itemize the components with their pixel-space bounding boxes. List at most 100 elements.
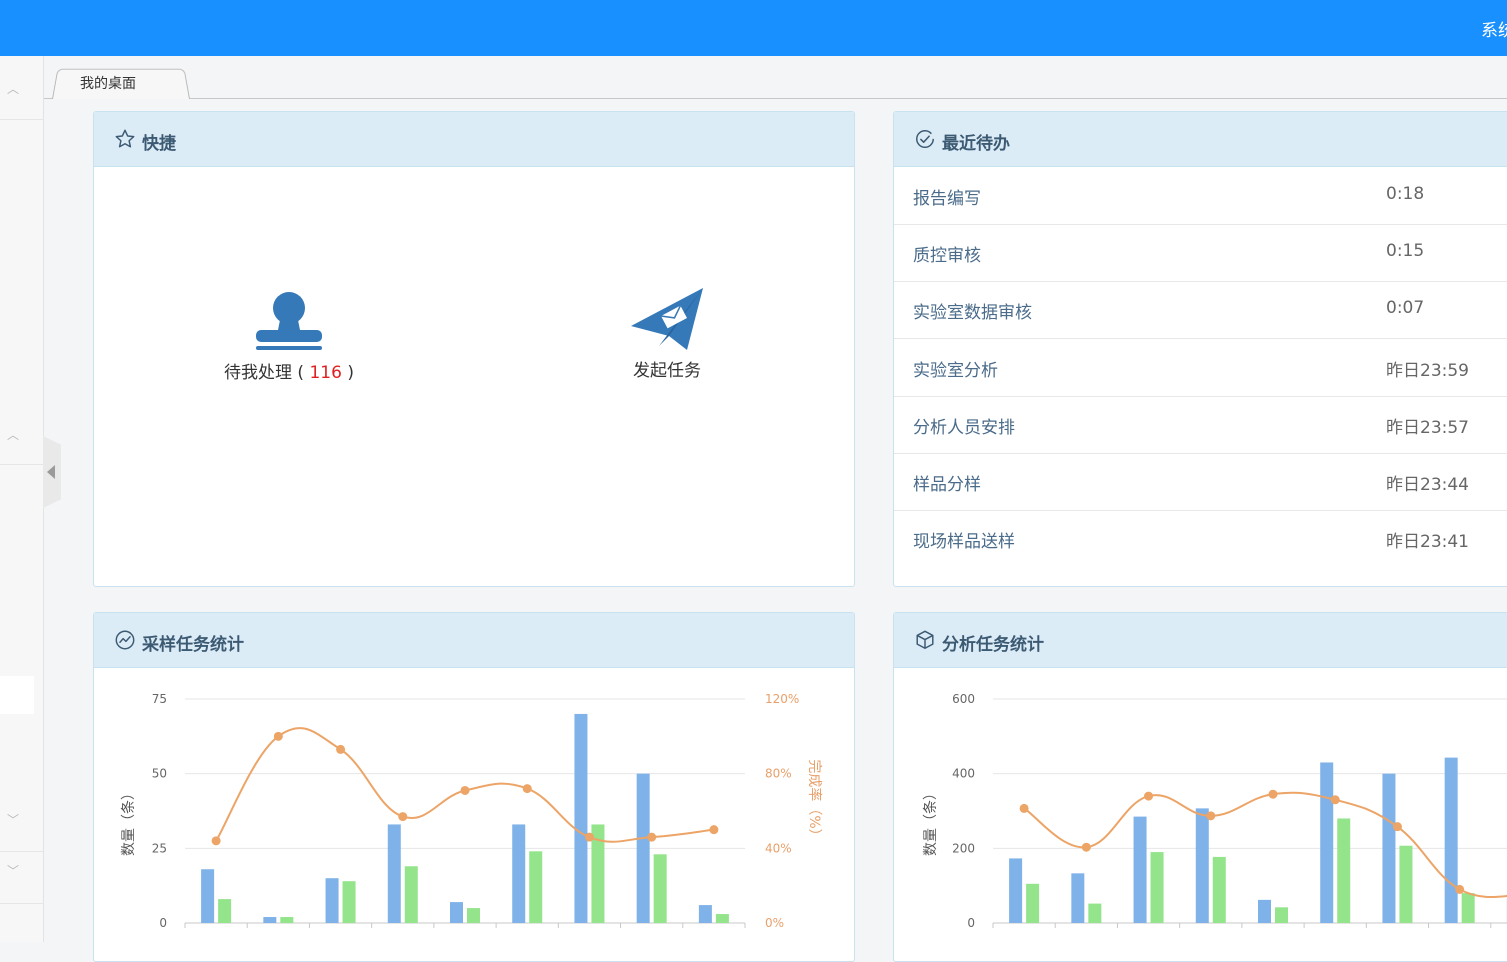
y2-tick-label: 0% [765, 916, 784, 930]
y-tick-label: 75 [152, 692, 167, 706]
todo-row[interactable]: 现场样品送样 昨日23:41 [894, 511, 1507, 568]
rate-point [336, 745, 345, 754]
tab-bar [44, 56, 1507, 99]
start-task-shortcut[interactable]: 发起任务 [612, 286, 722, 381]
pending-paren-close: ) [347, 363, 354, 383]
rate-point [461, 786, 470, 795]
sidebar-selected-item[interactable] [0, 676, 34, 714]
bar-series-1 [1320, 762, 1333, 923]
rate-point [1331, 795, 1340, 804]
y-tick-label: 50 [152, 767, 167, 781]
todo-time: 昨日23:41 [1386, 527, 1469, 552]
y-axis-label: 数量（条） [120, 786, 137, 856]
sidebar-collapse-handle[interactable] [43, 436, 61, 508]
y-tick-label: 200 [952, 841, 975, 855]
rate-point [523, 784, 532, 793]
y-tick-label: 600 [952, 692, 975, 706]
bar-series-2 [343, 881, 356, 923]
chevron-down-icon[interactable]: ﹀ [6, 813, 20, 827]
y-tick-label: 400 [952, 767, 975, 781]
bar-series-2 [218, 899, 231, 923]
system-menu[interactable]: 系统 [1481, 16, 1507, 41]
y-tick-label: 0 [159, 916, 167, 930]
y2-tick-label: 80% [765, 767, 792, 781]
rate-point [398, 812, 407, 821]
bar-series-2 [716, 914, 729, 923]
todo-row[interactable]: 样品分样 昨日23:44 [894, 454, 1507, 511]
bar-series-2 [1026, 884, 1039, 923]
todo-name: 实验室分析 [913, 356, 998, 381]
rate-point [709, 825, 718, 834]
chevron-down-icon[interactable]: ﹀ [6, 864, 20, 878]
rate-point [1020, 804, 1029, 813]
bar-series-2 [1151, 852, 1164, 923]
bar-series-2 [467, 908, 480, 923]
analysis-chart: 0200400600数量（条） [893, 668, 1507, 953]
todo-name: 现场样品送样 [913, 527, 1015, 552]
y-axis-label: 数量（条） [922, 786, 939, 856]
y-tick-label: 25 [152, 841, 167, 855]
bar-series-1 [326, 878, 339, 923]
trend-chart-icon [114, 629, 136, 651]
rate-point [1455, 885, 1464, 894]
todo-row[interactable]: 实验室分析 昨日23:59 [894, 340, 1507, 397]
start-task-label: 发起任务 [612, 356, 722, 381]
bar-series-1 [1382, 774, 1395, 923]
bar-series-1 [201, 869, 214, 923]
todo-time: 0:07 [1386, 298, 1424, 318]
chevron-up-icon[interactable]: ︿ [6, 428, 20, 442]
todo-row[interactable]: 报告编写 0:18 [894, 168, 1507, 225]
rate-point [1269, 790, 1278, 799]
panel-title: 采样任务统计 [142, 630, 244, 655]
todo-time: 昨日23:44 [1386, 470, 1469, 495]
y2-tick-label: 120% [765, 692, 799, 706]
bar-series-2 [1462, 893, 1475, 923]
rate-point [647, 833, 656, 842]
rate-line [1024, 793, 1507, 897]
bar-series-1 [1258, 900, 1271, 923]
divider [0, 851, 44, 852]
bar-series-2 [280, 917, 293, 923]
rate-point [1144, 792, 1153, 801]
todo-name: 质控审核 [913, 241, 981, 266]
rate-point [274, 732, 283, 741]
quick-panel-header: 快捷 [94, 112, 854, 167]
todo-time: 0:18 [1386, 184, 1424, 204]
rate-point [585, 833, 594, 842]
todo-name: 实验室数据审核 [913, 298, 1032, 323]
bar-series-1 [699, 905, 712, 923]
todo-name: 报告编写 [913, 184, 981, 209]
pending-tasks-shortcut[interactable]: 待我处理 ( 116 ) [214, 290, 364, 383]
todo-time: 昨日23:57 [1386, 413, 1469, 438]
collapse-arrow-icon [47, 465, 55, 479]
bar-series-1 [574, 714, 587, 923]
divider [0, 119, 44, 120]
todo-row[interactable]: 分析人员安排 昨日23:57 [894, 397, 1507, 454]
todo-row[interactable]: 质控审核 0:15 [894, 225, 1507, 282]
rate-point [1393, 822, 1402, 831]
tab-my-desktop-label[interactable]: 我的桌面 [80, 73, 136, 93]
rate-point [1082, 843, 1091, 852]
todo-time: 0:15 [1386, 241, 1424, 261]
bar-series-2 [654, 854, 667, 923]
rate-point [212, 836, 221, 845]
todo-row[interactable]: 实验室数据审核 0:07 [894, 282, 1507, 339]
todo-time: 昨日23:59 [1386, 356, 1469, 381]
chevron-up-icon[interactable]: ︿ [6, 82, 20, 96]
divider [0, 903, 44, 904]
bar-series-1 [263, 917, 276, 923]
bar-series-2 [1337, 818, 1350, 923]
y2-axis-label: 完成率（%） [806, 759, 823, 842]
bar-series-2 [1399, 846, 1412, 923]
sampling-chart: 0 25 50 75 0% 40% 80% 120% 数量（条） 完成率（%） [93, 668, 855, 953]
todo-name: 分析人员安排 [913, 413, 1015, 438]
bar-series-1 [450, 902, 463, 923]
bar-series-1 [1134, 817, 1147, 923]
bar-series-1 [637, 774, 650, 923]
y2-tick-label: 40% [765, 841, 792, 855]
recent-todo-panel: 最近待办 报告编写 0:18 质控审核 0:15 实验室数据审核 0:07 实验… [893, 111, 1507, 587]
pending-paren-open: ( [297, 363, 304, 383]
bar-series-2 [1275, 907, 1288, 923]
bar-series-1 [388, 824, 401, 923]
rate-point [1206, 811, 1215, 820]
